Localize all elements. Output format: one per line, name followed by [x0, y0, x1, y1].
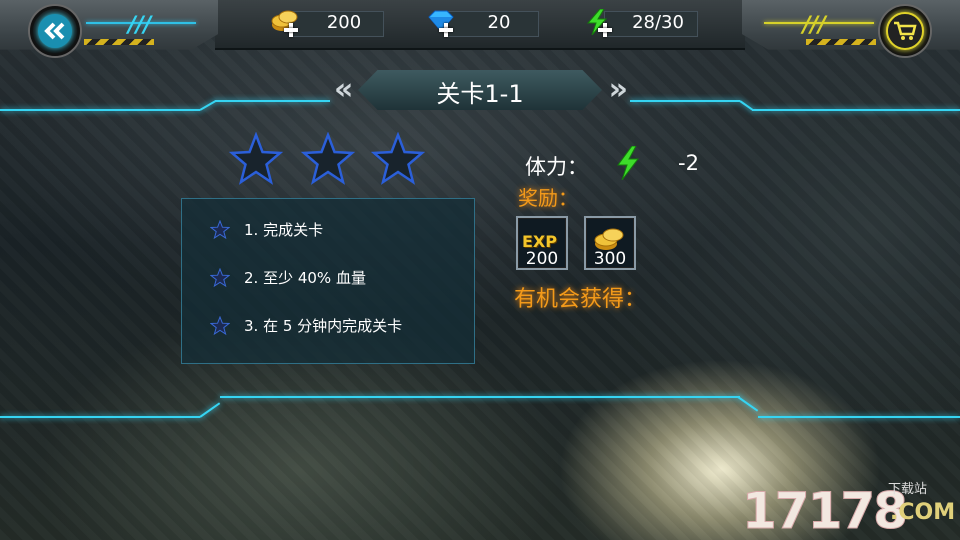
frame-line-top-far-left [0, 109, 200, 111]
chevron-right-decor: » [608, 72, 629, 107]
stage-title: 关卡1-1 [436, 80, 524, 108]
shopping-cart-icon [886, 12, 924, 50]
site-watermark: 17178 下载站 .COM [742, 476, 956, 540]
stamina-label: 体力： [525, 155, 588, 179]
frame-line-bottom-center [220, 396, 740, 398]
green-lightning-icon [614, 145, 642, 184]
slash-marks-left: / / / [128, 13, 152, 38]
condition-text: 2. 至少 40% 血量 [244, 269, 366, 287]
double-chevron-left-icon [38, 14, 72, 48]
stamina-amount: 28/30 [632, 12, 684, 33]
condition-text: 1. 完成关卡 [244, 221, 324, 239]
reward-label: 奖励： [518, 186, 578, 210]
blue-diamond-plus-icon [425, 9, 455, 37]
frame-line-top-left [215, 100, 330, 102]
chevron-left-decor: « [334, 72, 354, 107]
chance-drop-label: 有机会获得： [514, 287, 647, 312]
small-star-icon [209, 267, 231, 288]
frame-line-top-right [630, 100, 740, 102]
diamond-amount: 20 [487, 12, 511, 33]
frame-line-top-far-right [752, 109, 960, 111]
condition-text: 3. 在 5 分钟内完成关卡 [244, 317, 403, 335]
reward-amount: 300 [593, 249, 627, 269]
gold-coins-plus-icon [270, 9, 300, 37]
frame-line-bottom-far-left [0, 416, 200, 418]
star-outline-icon [370, 131, 426, 188]
slash-marks-right: / / / [802, 13, 827, 38]
reward-coin-slot[interactable]: 300 [584, 216, 636, 270]
stamina-cost: -2 [678, 151, 699, 175]
green-lightning-plus-icon [584, 8, 614, 37]
reward-exp-slot[interactable]: EXP 200 [516, 216, 568, 270]
watermark-site: 下载站 [888, 482, 928, 497]
reward-amount: 200 [525, 249, 559, 269]
star-outline-icon [300, 131, 356, 188]
frame-line-bottom-far-right [758, 416, 960, 418]
hazard-stripe-left [84, 39, 154, 45]
stage-title-banner: « 关卡1-1 » [330, 68, 630, 112]
hazard-stripe-right [806, 39, 876, 45]
star-conditions-panel: 1. 完成关卡 2. 至少 40% 血量 3. 在 5 分钟内完成关卡 [181, 198, 475, 364]
shop-button[interactable] [880, 6, 930, 56]
coin-amount: 200 [326, 12, 362, 33]
watermark-number: 17178 [742, 482, 909, 540]
star-rating [228, 131, 428, 188]
small-star-icon [209, 219, 231, 240]
star-outline-icon [228, 131, 284, 188]
watermark-domain: .COM [890, 500, 956, 525]
small-star-icon [209, 315, 231, 336]
top-bar: / / / / / / 200 20 28/30 [0, 0, 960, 60]
back-button[interactable] [30, 6, 80, 56]
